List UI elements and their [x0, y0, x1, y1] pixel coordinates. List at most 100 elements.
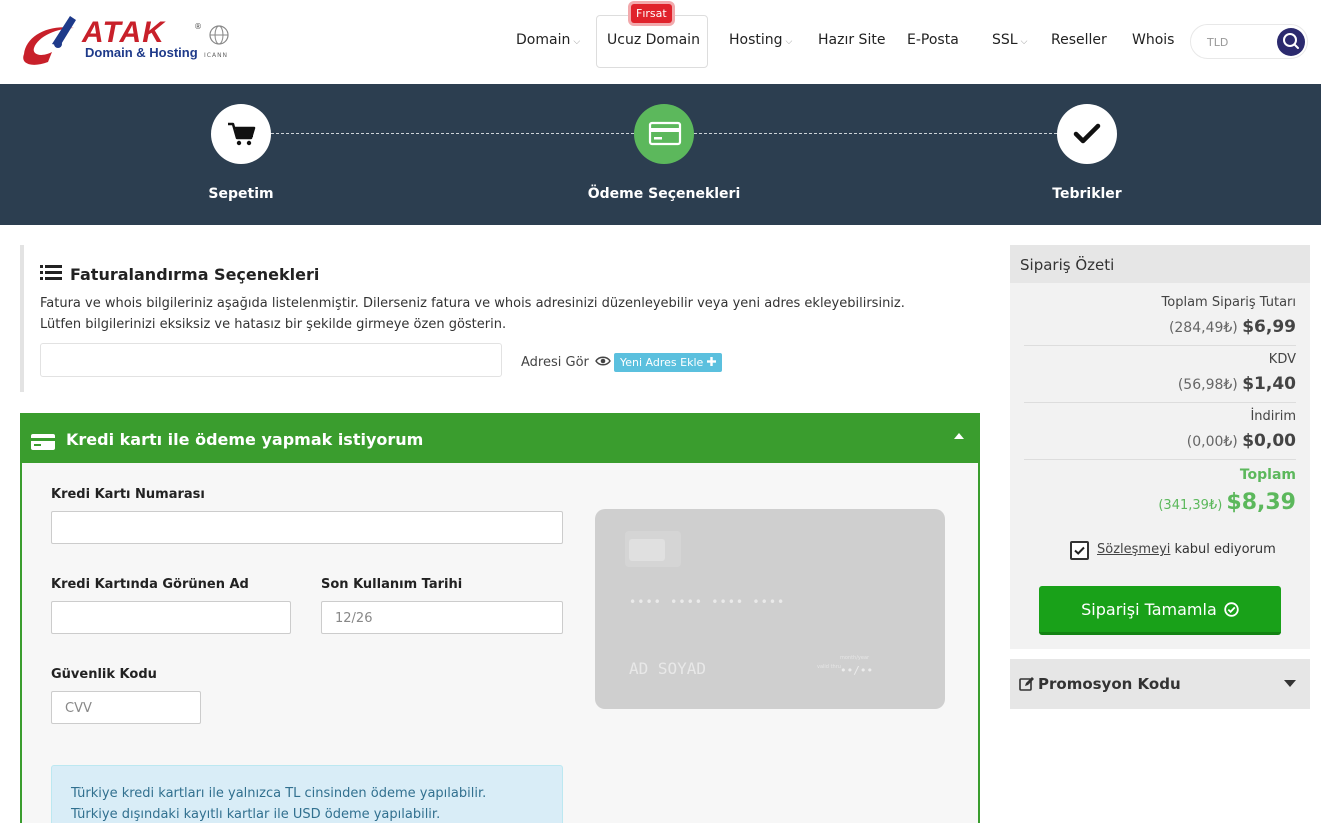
summary-row-usd: $1,40 [1242, 374, 1296, 394]
total-tl: (341,39₺) [1158, 498, 1223, 513]
new-address-label: Yeni Adres Ekle [620, 356, 704, 369]
billing-desc-line-1: Fatura ve whois bilgileriniz aşağıda lis… [40, 296, 905, 311]
checkmark-icon [1073, 123, 1101, 144]
nav-hazir-site[interactable]: Hazır Site [818, 32, 885, 48]
billing-desc-line-2: Lütfen bilgilerinizi eksiksiz ve hatasız… [40, 317, 507, 332]
atak-logo[interactable]: ATAK ® Domain & Hosting ICANN [18, 14, 243, 68]
summary-row-discount: İndirim (0,00₺) $0,00 [1024, 409, 1296, 460]
currency-info-text: Türkiye kredi kartları ile yalnızca TL c… [71, 783, 486, 823]
expiry-input[interactable]: 12/26 [321, 601, 563, 634]
chevron-down-icon: ⌵ [573, 37, 581, 47]
check-icon [1074, 546, 1085, 555]
nav-ucuz-domain[interactable]: Ucuz Domain [607, 32, 700, 48]
firsat-badge: Fırsat [631, 4, 672, 23]
total-value: (341,39₺) $8,39 [1158, 490, 1296, 515]
step-cart-label: Sepetim [208, 186, 274, 202]
step-done-circle [1057, 104, 1117, 164]
chevron-down-icon: ⌵ [785, 37, 793, 47]
tld-search[interactable]: TLD [1190, 24, 1308, 59]
currency-info-line-2: Türkiye dışındaki kayıtlı kartlar ile US… [71, 807, 441, 822]
complete-order-button[interactable]: Siparişi Tamamla [1039, 586, 1281, 635]
summary-row-subtotal: Toplam Sipariş Tutarı (284,49₺) $6,99 [1024, 295, 1296, 346]
total-usd: $8,39 [1226, 490, 1296, 515]
summary-row-value: (56,98₺) $1,40 [1178, 374, 1296, 394]
promo-code-panel[interactable]: Promosyon Kodu [1010, 659, 1310, 709]
search-input[interactable]: TLD [1207, 36, 1228, 49]
card-chip [629, 539, 665, 561]
cart-icon [228, 122, 256, 146]
cvv-label: Güvenlik Kodu [51, 667, 157, 682]
agreement-link[interactable]: Sözleşmeyi [1097, 542, 1170, 557]
nav-ssl[interactable]: SSL ⌵ [992, 32, 1027, 48]
icann-label: ICANN [204, 52, 229, 59]
agreement-text: Sözleşmeyi kabul ediyorum [1097, 542, 1276, 557]
expiry-label: Son Kullanım Tarihi [321, 577, 463, 592]
nav-domain-label: Domain [516, 32, 571, 48]
credit-card-panel-title: Kredi kartı ile ödeme yapmak istiyorum [66, 430, 424, 449]
step-connector [271, 133, 634, 134]
logo-tagline: Domain & Hosting [85, 45, 198, 60]
nav-ssl-label: SSL [992, 32, 1018, 48]
summary-row-value: (0,00₺) $0,00 [1187, 431, 1296, 451]
list-icon [40, 265, 62, 280]
billing-description: Fatura ve whois bilgileriniz aşağıda lis… [40, 293, 960, 335]
credit-card-icon [648, 121, 682, 146]
checkout-steps: Sepetim Ödeme Seçenekleri Tebrikler [0, 84, 1321, 225]
summary-row-label: KDV [1268, 352, 1296, 367]
new-address-button[interactable]: Yeni Adres Ekle [614, 353, 722, 372]
nav-hosting-label: Hosting [729, 32, 783, 48]
credit-card-panel: Kredi kartı ile ödeme yapmak istiyorum K… [20, 413, 980, 823]
summary-row-tl: (0,00₺) [1186, 434, 1238, 450]
address-select[interactable] [40, 343, 502, 377]
view-address-link[interactable]: Adresi Gör [521, 355, 611, 370]
nav-hosting[interactable]: Hosting ⌵ [729, 32, 792, 48]
credit-card-icon [31, 434, 55, 450]
card-valid-thru: valid thru [817, 664, 841, 670]
cvv-input[interactable]: CVV [51, 691, 201, 724]
logo-reg-mark: ® [194, 22, 202, 31]
summary-row-usd: $0,00 [1242, 431, 1296, 451]
eye-icon [595, 356, 611, 366]
step-payment-circle [634, 104, 694, 164]
card-name-mask: AD SOYAD [629, 659, 707, 678]
credit-card-panel-header[interactable]: Kredi kartı ile ödeme yapmak istiyorum [22, 415, 978, 463]
step-payment-label: Ödeme Seçenekleri [587, 186, 741, 202]
nav-domain[interactable]: Domain ⌵ [516, 32, 580, 48]
card-expiry-mask: ••/•• [840, 664, 874, 677]
view-address-label: Adresi Gör [521, 355, 589, 370]
caret-down-icon[interactable] [1284, 680, 1296, 687]
promo-code-title: Promosyon Kodu [1038, 675, 1181, 693]
card-number-input[interactable] [51, 511, 563, 544]
summary-row-value: (284,49₺) $6,99 [1169, 317, 1296, 337]
site-header: ATAK ® Domain & Hosting ICANN Domain ⌵ Fı… [0, 0, 1321, 84]
card-month-year: month/year [840, 655, 870, 661]
summary-row-tl: (284,49₺) [1168, 320, 1238, 336]
search-icon [1283, 33, 1299, 49]
order-summary: Sipariş Özeti Toplam Sipariş Tutarı (284… [1010, 245, 1310, 649]
summary-row-vat: KDV (56,98₺) $1,40 [1024, 352, 1296, 403]
summary-row-tl: (56,98₺) [1177, 377, 1238, 393]
edit-icon [1019, 677, 1034, 691]
order-summary-header: Sipariş Özeti [1010, 245, 1310, 283]
card-preview: •••• •••• •••• •••• AD SOYAD valid thru … [595, 509, 945, 709]
agreement-rest: kabul ediyorum [1174, 542, 1276, 557]
step-cart-circle [211, 104, 271, 164]
check-circle-icon [1224, 602, 1239, 617]
step-done-label: Tebrikler [1052, 186, 1122, 202]
nav-eposta[interactable]: E-Posta [907, 32, 959, 48]
summary-row-usd: $6,99 [1242, 317, 1296, 337]
caret-up-icon[interactable] [954, 433, 964, 439]
card-number-mask: •••• •••• •••• •••• [629, 595, 786, 609]
billing-title: Faturalandırma Seçenekleri [70, 265, 320, 284]
chevron-down-icon: ⌵ [1020, 37, 1028, 47]
nav-whois[interactable]: Whois [1132, 32, 1174, 48]
search-button[interactable] [1277, 28, 1305, 56]
currency-info-line-1: Türkiye kredi kartları ile yalnızca TL c… [71, 786, 487, 801]
card-name-label: Kredi Kartında Görünen Ad [51, 577, 249, 592]
card-name-input[interactable] [51, 601, 291, 634]
plus-icon [706, 357, 716, 366]
total-label: Toplam [1239, 467, 1296, 483]
currency-info-box: Türkiye kredi kartları ile yalnızca TL c… [51, 765, 563, 823]
nav-reseller[interactable]: Reseller [1051, 32, 1107, 48]
agreement-checkbox[interactable] [1070, 541, 1089, 560]
